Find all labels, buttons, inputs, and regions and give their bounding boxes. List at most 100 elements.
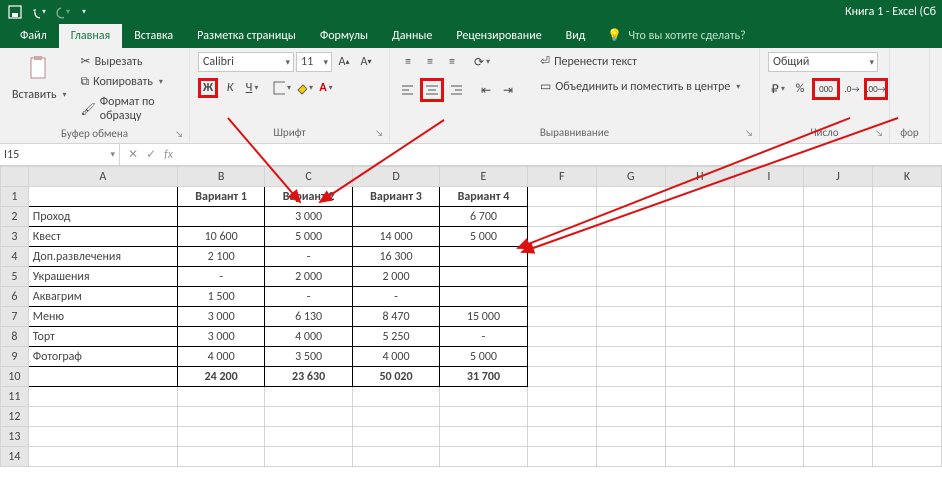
cell[interactable] bbox=[527, 347, 596, 367]
col-header[interactable]: F bbox=[527, 167, 596, 187]
cell[interactable] bbox=[665, 247, 734, 267]
cell[interactable] bbox=[527, 447, 596, 467]
cell[interactable] bbox=[440, 287, 527, 307]
col-header[interactable]: E bbox=[440, 167, 527, 187]
cell[interactable] bbox=[596, 227, 665, 247]
align-bottom-icon[interactable]: ≡ bbox=[442, 52, 462, 72]
cell[interactable] bbox=[265, 427, 352, 447]
cell[interactable] bbox=[803, 287, 872, 307]
tab-view[interactable]: Вид bbox=[554, 24, 598, 48]
cell[interactable] bbox=[596, 287, 665, 307]
cell[interactable] bbox=[265, 387, 352, 407]
format-painter-button[interactable]: 🖌Формат по образцу bbox=[77, 93, 181, 125]
bold-button[interactable]: Ж bbox=[198, 78, 218, 98]
cell[interactable] bbox=[872, 447, 941, 467]
cell[interactable] bbox=[665, 207, 734, 227]
cell[interactable] bbox=[665, 227, 734, 247]
cell[interactable] bbox=[28, 427, 177, 447]
wrap-text-button[interactable]: ⏎Перенести текст bbox=[536, 52, 744, 71]
cell[interactable] bbox=[872, 347, 941, 367]
cell[interactable]: Торт bbox=[28, 327, 177, 347]
cell[interactable] bbox=[803, 407, 872, 427]
row-header[interactable]: 12 bbox=[1, 407, 29, 427]
paste-icon[interactable] bbox=[23, 52, 55, 84]
cell[interactable] bbox=[734, 327, 803, 347]
save-icon[interactable] bbox=[8, 5, 22, 19]
cell[interactable]: 5 000 bbox=[440, 227, 527, 247]
formula-input[interactable] bbox=[181, 144, 942, 165]
cell[interactable]: 4 000 bbox=[352, 347, 439, 367]
cell[interactable] bbox=[734, 347, 803, 367]
cell[interactable] bbox=[803, 447, 872, 467]
cell[interactable] bbox=[527, 247, 596, 267]
cell[interactable] bbox=[734, 287, 803, 307]
cell[interactable] bbox=[177, 207, 264, 227]
cell[interactable] bbox=[596, 367, 665, 387]
cell[interactable] bbox=[665, 427, 734, 447]
cell[interactable] bbox=[28, 447, 177, 467]
cell[interactable] bbox=[665, 387, 734, 407]
cell[interactable]: 2 000 bbox=[352, 267, 439, 287]
cell[interactable] bbox=[803, 187, 872, 207]
cell[interactable] bbox=[803, 367, 872, 387]
cell[interactable] bbox=[596, 267, 665, 287]
cell[interactable] bbox=[527, 207, 596, 227]
tab-formulas[interactable]: Формулы bbox=[308, 24, 380, 48]
cell[interactable] bbox=[734, 227, 803, 247]
cell[interactable] bbox=[177, 427, 264, 447]
cell[interactable] bbox=[734, 267, 803, 287]
font-size-combo[interactable]: 11 bbox=[296, 52, 332, 72]
align-top-icon[interactable]: ≡ bbox=[398, 52, 418, 72]
cell[interactable] bbox=[352, 207, 439, 227]
decrease-font-icon[interactable]: A▾ bbox=[356, 52, 376, 72]
tab-data[interactable]: Данные bbox=[380, 24, 444, 48]
increase-decimal-button[interactable]: .0→ bbox=[842, 79, 862, 99]
cell[interactable] bbox=[734, 307, 803, 327]
cell[interactable]: Вариант 2 bbox=[265, 187, 352, 207]
cell[interactable] bbox=[352, 387, 439, 407]
increase-font-icon[interactable]: A▴ bbox=[334, 52, 354, 72]
copy-button[interactable]: ⧉Копировать▾ bbox=[77, 73, 181, 91]
cell[interactable]: Вариант 1 bbox=[177, 187, 264, 207]
confirm-icon[interactable]: ✓ bbox=[146, 147, 156, 162]
cell[interactable] bbox=[596, 247, 665, 267]
cell[interactable] bbox=[803, 327, 872, 347]
cell[interactable] bbox=[177, 447, 264, 467]
cell[interactable] bbox=[28, 367, 177, 387]
cell[interactable] bbox=[734, 207, 803, 227]
cell[interactable]: 2 100 bbox=[177, 247, 264, 267]
row-header[interactable]: 7 bbox=[1, 307, 29, 327]
orientation-icon[interactable]: ⟳▾ bbox=[472, 52, 492, 72]
cell[interactable]: Аквагрим bbox=[28, 287, 177, 307]
cell[interactable]: 14 000 bbox=[352, 227, 439, 247]
decrease-indent-icon[interactable]: ⇤ bbox=[476, 80, 496, 100]
cell[interactable] bbox=[28, 187, 177, 207]
cell[interactable] bbox=[177, 407, 264, 427]
cell[interactable] bbox=[665, 347, 734, 367]
cell[interactable] bbox=[527, 427, 596, 447]
cell[interactable]: 50 020 bbox=[352, 367, 439, 387]
cell[interactable] bbox=[596, 207, 665, 227]
cell[interactable] bbox=[596, 447, 665, 467]
cell[interactable] bbox=[28, 407, 177, 427]
cell[interactable] bbox=[665, 267, 734, 287]
font-launcher-icon[interactable]: ↘ bbox=[375, 128, 383, 139]
clipboard-launcher-icon[interactable]: ↘ bbox=[175, 129, 183, 140]
cell[interactable] bbox=[265, 407, 352, 427]
cell[interactable]: Меню bbox=[28, 307, 177, 327]
number-launcher-icon[interactable]: ↘ bbox=[875, 128, 883, 139]
cell[interactable]: 2 000 bbox=[265, 267, 352, 287]
cell[interactable] bbox=[527, 367, 596, 387]
cell[interactable] bbox=[440, 427, 527, 447]
row-header[interactable]: 1 bbox=[1, 187, 29, 207]
cell[interactable]: - bbox=[352, 287, 439, 307]
cell[interactable]: 3 500 bbox=[265, 347, 352, 367]
row-header[interactable]: 5 bbox=[1, 267, 29, 287]
tab-review[interactable]: Рецензирование bbox=[444, 24, 553, 48]
thousands-separator-button[interactable]: 000 bbox=[812, 78, 840, 100]
cell[interactable] bbox=[28, 387, 177, 407]
cell[interactable] bbox=[265, 447, 352, 467]
cell[interactable] bbox=[734, 447, 803, 467]
cell[interactable]: 3 000 bbox=[177, 307, 264, 327]
fill-color-button[interactable]: ▾ bbox=[294, 78, 314, 98]
